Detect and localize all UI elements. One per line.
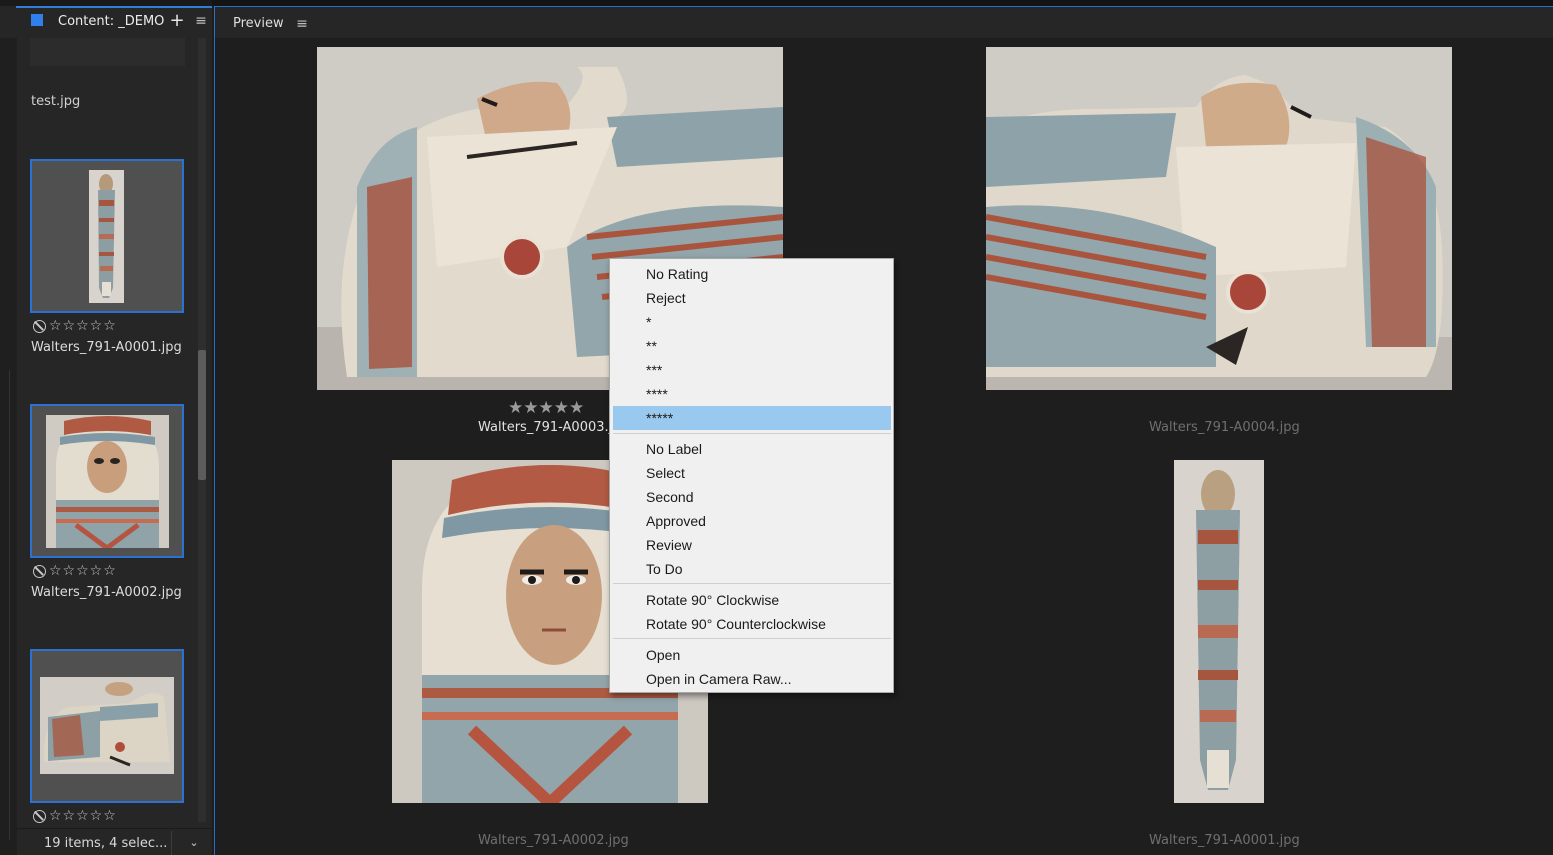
- preview-image[interactable]: [986, 47, 1452, 390]
- menu-item-open[interactable]: Open: [613, 643, 891, 667]
- menu-item-rating-4[interactable]: ****: [613, 382, 891, 406]
- panel-menu-icon[interactable]: ≡: [294, 15, 310, 33]
- context-menu: No Rating Reject * ** *** **** ***** No …: [609, 258, 894, 693]
- content-thumbnail-list[interactable]: test.jpg ☆☆☆☆☆ Walters_791-A0001.jpg ☆☆☆…: [17, 38, 197, 828]
- menu-item-rotate-cw[interactable]: Rotate 90° Clockwise: [613, 588, 891, 612]
- menu-item-approved[interactable]: Approved: [613, 509, 891, 533]
- preview-tab-bar: Preview ≡: [215, 7, 1553, 38]
- menu-item-select[interactable]: Select: [613, 461, 891, 485]
- thumbnail-image: [46, 415, 169, 548]
- panel-focus-accent: [16, 6, 212, 8]
- menu-item-rating-1[interactable]: *: [613, 310, 891, 334]
- panel-menu-icon[interactable]: ≡: [193, 12, 209, 30]
- preview-caption: Walters_791-A0004.jpg: [1149, 420, 1300, 435]
- star-rating[interactable]: ☆☆☆☆☆: [49, 808, 117, 824]
- thumbnail-card[interactable]: [30, 649, 184, 803]
- preview-caption: Walters_791-A0001.jpg: [1149, 833, 1300, 848]
- menu-item-reject[interactable]: Reject: [613, 286, 891, 310]
- add-tab-button[interactable]: +: [168, 10, 186, 32]
- thumbnail-image: [89, 170, 124, 303]
- menu-separator: [613, 583, 891, 584]
- scrollbar-thumb[interactable]: [198, 350, 206, 480]
- menu-item-no-rating[interactable]: No Rating: [613, 262, 891, 286]
- rating-row[interactable]: ☆☆☆☆☆: [33, 318, 117, 334]
- reject-icon[interactable]: [33, 809, 46, 823]
- content-tab-icon: [31, 14, 43, 26]
- menu-item-no-label[interactable]: No Label: [613, 437, 891, 461]
- content-panel: Content: _DEMO + ≡ test.jpg ☆☆☆☆☆ Walter…: [0, 0, 212, 855]
- menu-item-rating-2[interactable]: **: [613, 334, 891, 358]
- reject-icon[interactable]: [33, 319, 46, 333]
- menu-separator: [613, 433, 891, 434]
- status-divider: [171, 831, 172, 855]
- thumbnail-card[interactable]: [30, 159, 184, 313]
- content-tab-label[interactable]: Content: _DEMO: [58, 14, 164, 29]
- thumbnail-card[interactable]: [30, 404, 184, 558]
- thumbnail-filename: Walters_791-A0002.jpg: [31, 585, 182, 600]
- preview-star-rating[interactable]: ★★★★★: [508, 398, 584, 418]
- preview-tab-label[interactable]: Preview: [233, 16, 284, 31]
- menu-separator: [613, 638, 891, 639]
- thumbnail-filename: Walters_791-A0001.jpg: [31, 340, 182, 355]
- menu-item-open-camera-raw[interactable]: Open in Camera Raw...: [613, 667, 891, 691]
- selection-status: 19 items, 4 selec...: [44, 836, 168, 851]
- preview-image[interactable]: [1174, 460, 1264, 803]
- panel-edge-line: [0, 370, 10, 840]
- previous-thumbnail[interactable]: [30, 38, 185, 66]
- menu-item-rating-5[interactable]: *****: [613, 406, 891, 430]
- menu-item-rating-3[interactable]: ***: [613, 358, 891, 382]
- thumbnail-image: [40, 677, 174, 774]
- reject-icon[interactable]: [33, 564, 46, 578]
- rating-row[interactable]: ☆☆☆☆☆: [33, 808, 117, 824]
- menu-item-rotate-ccw[interactable]: Rotate 90° Counterclockwise: [613, 612, 891, 636]
- menu-item-to-do[interactable]: To Do: [613, 557, 891, 581]
- thumbnail-filename: test.jpg: [31, 94, 81, 109]
- menu-item-review[interactable]: Review: [613, 533, 891, 557]
- preview-caption: Walters_791-A0003.jpg: [478, 420, 618, 435]
- star-rating[interactable]: ☆☆☆☆☆: [49, 318, 117, 334]
- rating-row[interactable]: ☆☆☆☆☆: [33, 563, 117, 579]
- star-rating[interactable]: ☆☆☆☆☆: [49, 563, 117, 579]
- status-bar: 19 items, 4 selec... ⌄: [17, 828, 212, 855]
- chevron-down-icon[interactable]: ⌄: [185, 833, 203, 853]
- preview-caption: Walters_791-A0002.jpg: [478, 833, 629, 848]
- menu-item-second[interactable]: Second: [613, 485, 891, 509]
